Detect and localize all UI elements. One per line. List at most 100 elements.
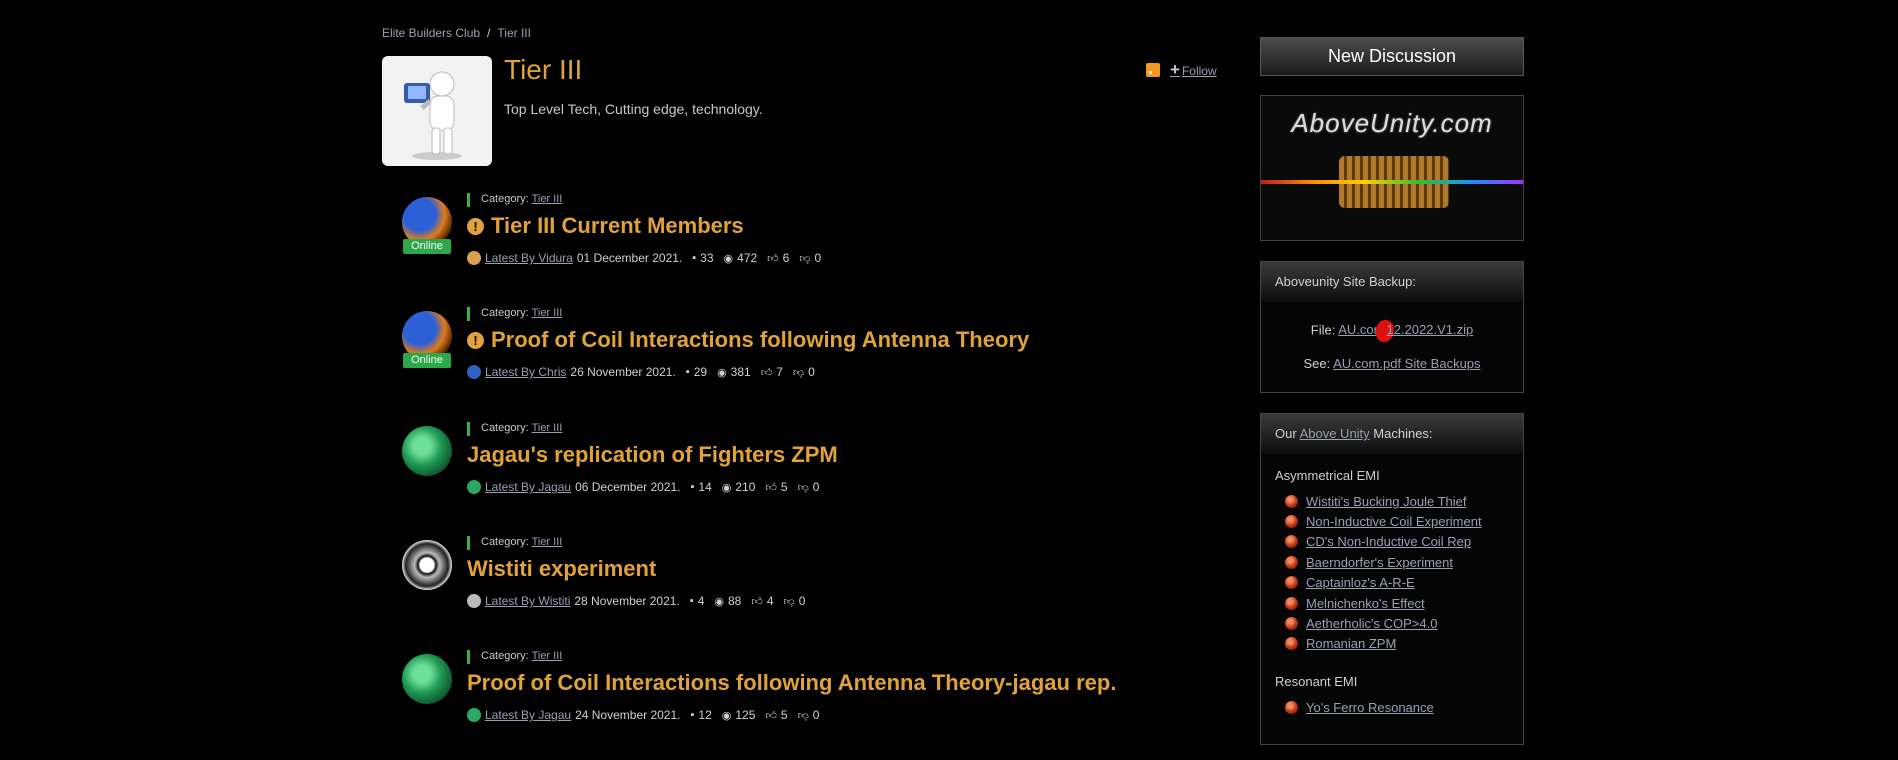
thumbs-up-icon[interactable]: 👍︎ [761,366,773,379]
avatar[interactable] [402,426,452,476]
bullet-icon [1285,700,1298,714]
new-discussion-button[interactable]: New Discussion [1260,37,1524,76]
discussion-title[interactable]: Jagau's replication of Fighters ZPM [467,442,838,468]
thumbs-up-icon[interactable]: 👍︎ [765,709,777,722]
views-icon: ◉ [717,366,727,379]
thumbs-down-icon[interactable]: 👎︎ [798,709,809,722]
author-mini-avatar [467,365,481,379]
latest-by-link[interactable]: Latest By Jagau [485,480,571,494]
page-title: Tier III [504,54,583,85]
discussion-title[interactable]: Wistiti experiment [467,556,656,582]
category-link[interactable]: Tier III [532,650,563,662]
view-count: 381 [730,365,751,379]
thumbs-down-icon[interactable]: 👎︎ [799,252,810,265]
online-badge: Online [403,239,451,254]
file-label: File: [1310,322,1336,338]
comment-count: 33 [700,251,714,265]
category-line: Category: Tier III [467,536,562,550]
machine-link[interactable]: Aetherholic's COP>4.0 [1306,616,1437,631]
category-description: Top Level Tech, Cutting edge, technology… [504,101,763,117]
dislike-count: 0 [808,365,815,379]
rss-icon[interactable] [1146,63,1160,77]
site-backups-link[interactable]: AU.com.pdf Site Backups [1333,356,1480,371]
author-mini-avatar [467,251,481,265]
category-link[interactable]: Tier III [532,193,563,205]
latest-by-link[interactable]: Latest By Wistiti [485,594,570,608]
machine-link[interactable]: CD's Non-Inductive Coil Rep [1306,534,1471,549]
thumbs-down-icon[interactable]: 👎︎ [784,595,795,608]
discussion-meta: Latest By Jagau 06 December 2021. ▪ 14 ◉ 2… [467,480,819,494]
breadcrumb-root[interactable]: Elite Builders Club [382,26,480,40]
comment-count: 4 [697,594,705,608]
machine-group-title: Resonant EMI [1275,674,1358,690]
discussion-item: Category: Tier III Proof of Coil Interac… [400,650,1240,760]
machine-link[interactable]: Melnichenko's Effect [1306,596,1425,611]
view-count: 125 [735,708,756,722]
category-label: Category: [481,422,529,434]
date: 01 December 2021. [576,251,683,265]
machine-link[interactable]: Non-Inductive Coil Experiment [1306,514,1482,529]
category-label: Category: [481,650,529,662]
latest-by-link[interactable]: Latest By Chris [485,365,566,379]
category-link[interactable]: Tier III [532,422,563,434]
latest-by-link[interactable]: Latest By Jagau [485,708,571,722]
avatar[interactable] [402,540,452,590]
discussion-item: Category: Tier III Jagau's replication o… [400,422,1240,532]
discussion-meta: Latest By Chris 26 November 2021. ▪ 29 ◉ 3… [467,365,815,379]
category-line: Category: Tier III [467,422,562,436]
discussion-title-text[interactable]: Tier III Current Members [491,213,744,239]
author-mini-avatar [467,480,481,494]
category-line: Category: Tier III [467,307,562,321]
dislike-count: 0 [814,251,822,265]
breadcrumb-current[interactable]: Tier III [497,26,531,40]
bullet-icon [1285,494,1298,508]
machine-link[interactable]: Captainloz's A-R-E [1306,575,1415,590]
discussion-meta: Latest By Wistiti 28 November 2021. ▪ 4 ◉… [467,594,805,608]
date: 06 December 2021. [575,480,681,494]
comments-icon: ▪ [692,252,697,264]
discussion-title[interactable]: Proof of Coil Interactions following Ant… [467,670,1116,696]
bullet-icon [1285,535,1298,549]
like-count: 7 [776,365,783,379]
follow-link[interactable]: + Follow [1170,60,1217,80]
discussion-title[interactable]: ! Proof of Coil Interactions following An… [467,327,1029,353]
machine-link[interactable]: Yo's Ferro Resonance [1306,700,1434,715]
machine-link[interactable]: Baerndorfer's Experiment [1306,555,1453,570]
bullet-icon [1285,596,1298,610]
views-icon: ◉ [721,709,732,722]
thumbs-up-icon[interactable]: 👍︎ [765,481,777,494]
follow-label: Follow [1181,64,1217,78]
spectrum-wave [1261,180,1523,184]
thumbs-down-icon[interactable]: 👎︎ [798,481,809,494]
machine-link[interactable]: Romanian ZPM [1306,636,1396,651]
list-item: Non-Inductive Coil Experiment [1285,511,1523,531]
discussion-title[interactable]: ! Tier III Current Members [467,213,744,239]
like-count: 5 [780,480,788,494]
breadcrumb-separator: / [487,26,491,40]
online-badge: Online [403,353,451,368]
pinned-icon: ! [467,331,484,349]
like-count: 4 [766,594,774,608]
discussion-title-text[interactable]: Proof of Coil Interactions following Ant… [491,327,1029,353]
thumbs-up-icon[interactable]: 👍︎ [751,595,763,608]
view-count: 472 [737,251,758,265]
latest-by-link[interactable]: Latest By Vidura [485,251,573,265]
view-count: 210 [735,480,756,494]
date: 24 November 2021. [575,708,681,722]
thumbs-down-icon[interactable]: 👎︎ [793,366,804,379]
category-link[interactable]: Tier III [532,307,563,319]
thumbs-up-icon[interactable]: 👍︎ [767,252,779,265]
dislike-count: 0 [812,480,820,494]
category-link[interactable]: Tier III [532,536,563,548]
machine-list: Yo's Ferro Resonance [1285,697,1523,717]
discussion-item: Online Category: Tier III ! Tier III Curr… [400,193,1240,303]
discussion-meta: Latest By Vidura 01 December 2021. ▪ 33 ◉… [467,251,821,265]
site-banner[interactable]: AboveUnity.com [1260,95,1524,241]
plus-icon: + [1170,60,1180,79]
machine-link[interactable]: Wistiti's Bucking Joule Thief [1306,494,1466,509]
avatar[interactable] [402,654,452,704]
category-label: Category: [481,536,529,548]
backup-file-link[interactable]: AU.com 12.2022.V1.zip [1338,320,1473,342]
above-unity-link[interactable]: Above Unity [1300,426,1370,441]
discussion-item: Category: Tier III Wistiti experiment La… [400,536,1240,646]
